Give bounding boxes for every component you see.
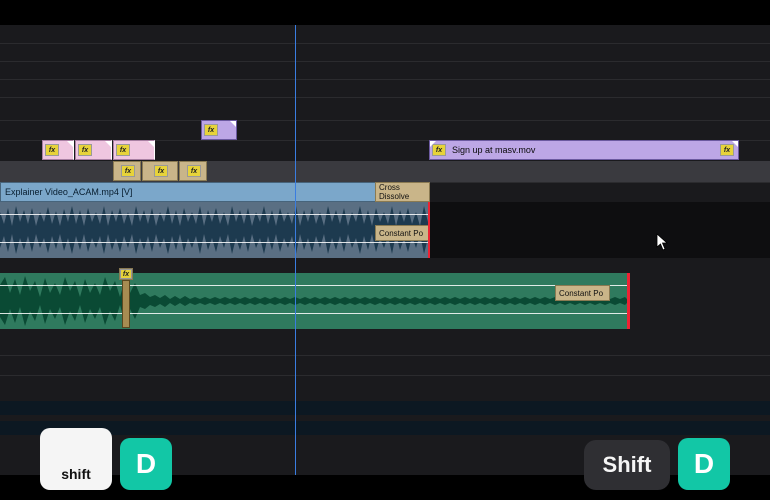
waveform [0,301,629,329]
transition-label: Constant Po [559,289,603,298]
fx-badge: fx [116,144,130,156]
clip-a2-marker[interactable]: fx [119,268,133,280]
time-ruler-work-area[interactable] [0,401,770,415]
clip-v2-pink-2[interactable]: fx [113,140,155,160]
fx-badge: fx [154,165,168,177]
clip-v2-tan-1[interactable]: fx [142,161,178,181]
clip-a1[interactable] [0,202,430,258]
clip-v2-tan-2[interactable]: fx [179,161,207,181]
fx-badge: fx [120,269,132,279]
clip-v2-pink-0[interactable]: fx [42,140,74,160]
clip-edge-cut [627,273,630,329]
clip-v3-0[interactable]: fx [201,120,237,140]
keycap-overlay-left: shift D [40,428,172,490]
keycap-d: D [678,438,730,490]
waveform [0,202,430,230]
gap-a1[interactable] [430,202,770,258]
volume-envelope[interactable] [0,313,629,314]
volume-envelope[interactable] [0,242,430,243]
fx-badge: fx [45,144,59,156]
transition-constant-power-a1[interactable]: Constant Po [375,225,430,241]
keycap-shift: shift [40,428,112,490]
clip-a2-marker-bar[interactable] [122,280,130,328]
fx-badge: fx [78,144,92,156]
volume-envelope[interactable] [0,285,629,286]
keycap-d: D [120,438,172,490]
tracks-area[interactable]: fx fx fx fx fx fx fx fx Sign up at masv.… [0,25,770,475]
volume-envelope[interactable] [0,214,430,215]
clip-a2[interactable] [0,273,629,329]
transition-label: Constant Po [379,229,423,238]
clip-v2-tan-0[interactable]: fx [113,161,141,181]
fx-badge: fx [187,165,201,177]
clip-v2-signup[interactable]: fx Sign up at masv.mov fx [429,140,739,160]
clip-label: Explainer Video_ACAM.mp4 [V] [1,187,429,197]
waveform [0,273,629,301]
waveform [0,230,430,258]
fx-badge: fx [121,165,135,177]
transition-cross-dissolve[interactable]: Cross Dissolve [375,182,430,202]
transition-constant-power-a2[interactable]: Constant Po [555,285,610,301]
timeline-panel[interactable]: fx fx fx fx fx fx fx fx Sign up at masv.… [0,25,770,475]
keycap-shift: Shift [584,440,670,490]
clip-v2-pink-1[interactable]: fx [75,140,112,160]
keycap-overlay-right: Shift D [584,438,730,490]
clip-label: Sign up at masv.mov [446,145,738,155]
transition-label: Cross Dissolve [379,183,429,201]
clip-v1-explainer[interactable]: Explainer Video_ACAM.mp4 [V] [0,182,430,202]
fx-badge: fx [204,124,218,136]
